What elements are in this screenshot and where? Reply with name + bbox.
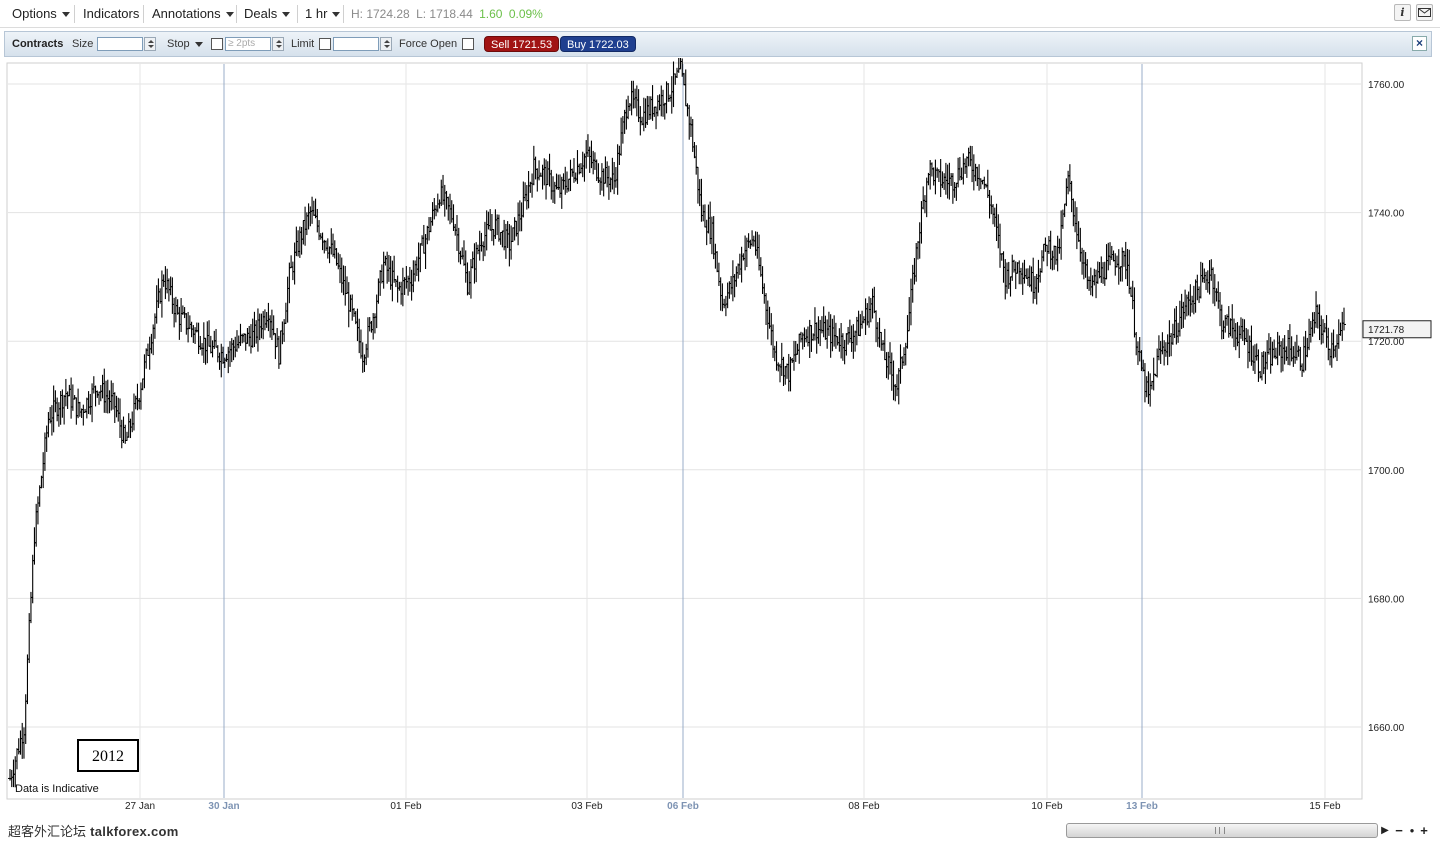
force-open-checkbox[interactable] [462, 38, 474, 50]
envelope-icon[interactable] [1416, 4, 1433, 21]
menu-divider [297, 5, 298, 23]
indicators-menu-label: Indicators [83, 6, 140, 21]
limit-stepper[interactable] [380, 37, 392, 51]
contracts-label: Contracts [12, 38, 64, 50]
current-price-label: 1721.78 [1368, 325, 1405, 336]
deals-menu[interactable]: Deals [244, 0, 291, 28]
year-label: 2012 [92, 748, 124, 765]
y-tick-label: 1740.00 [1368, 209, 1405, 220]
stop-stepper[interactable] [272, 37, 284, 51]
sell-button[interactable]: Sell 1721.53 [484, 36, 560, 52]
y-tick-label: 1700.00 [1368, 466, 1405, 477]
time-axis: 27 Jan 30 Jan 01 Feb 03 Feb 06 Feb 08 Feb 10 F… [125, 801, 1341, 812]
interval-menu-label: 1 hr [305, 6, 328, 21]
close-icon[interactable]: × [1412, 36, 1427, 51]
limit-checkbox[interactable] [319, 38, 331, 50]
zoom-reset-button[interactable]: ● [1406, 824, 1418, 837]
chevron-down-icon [61, 12, 70, 18]
scrollbar-grip[interactable] [1215, 827, 1225, 834]
stop-dropdown[interactable]: Stop [167, 32, 203, 56]
site-watermark: 超客外汇论坛 talkforex.com [8, 821, 179, 840]
menu-divider [236, 5, 237, 23]
deal-ticket-bar: Contracts Size Stop ≥ 2pts Limit Force O… [4, 31, 1432, 57]
top-menubar: Options Indicators Annotations Deals 1 h… [0, 0, 1440, 28]
y-tick-label: 1720.00 [1368, 337, 1405, 348]
low-price: L: 1718.44 [416, 7, 473, 21]
options-menu[interactable]: Options [12, 0, 70, 28]
x-tick-label: 01 Feb [390, 801, 422, 812]
y-tick-label: 1760.00 [1368, 80, 1405, 91]
chart-plot-area [6, 62, 1363, 800]
current-price-marker: 1721.78 [1362, 320, 1432, 339]
annotations-menu[interactable]: Annotations [152, 0, 234, 28]
force-open-label: Force Open [399, 38, 458, 50]
info-icon[interactable]: i [1394, 4, 1411, 21]
deals-menu-label: Deals [244, 6, 278, 21]
stop-input[interactable]: ≥ 2pts [225, 37, 271, 51]
x-tick-label: 27 Jan [125, 801, 155, 812]
limit-label: Limit [291, 38, 315, 50]
chevron-down-icon [194, 41, 203, 47]
interval-menu[interactable]: 1 hr [305, 0, 341, 28]
size-input[interactable] [97, 37, 143, 51]
limit-input[interactable] [333, 37, 379, 51]
data-indicative-note: Data is Indicative [15, 783, 99, 795]
indicators-menu[interactable]: Indicators [83, 0, 139, 28]
zoom-in-button[interactable]: + [1418, 824, 1430, 837]
chevron-down-icon [282, 12, 291, 18]
menu-divider [74, 5, 75, 23]
chart-horizontal-scrollbar[interactable] [1066, 823, 1378, 838]
size-label: Size [72, 38, 94, 50]
menu-divider [343, 5, 344, 23]
chevron-down-icon [225, 12, 234, 18]
x-tick-label: 06 Feb [667, 801, 699, 812]
y-tick-label: 1680.00 [1368, 594, 1405, 605]
zoom-out-button[interactable]: − [1393, 824, 1405, 837]
price-axis: 1760.00 1740.00 1720.00 1700.00 1680.00 1660.… [1368, 80, 1405, 734]
x-tick-label: 30 Jan [208, 801, 239, 812]
price-summary: H: 1724.28 L: 1718.44 1.60 0.09% [351, 0, 543, 28]
price-chart[interactable]: 1760.00 1740.00 1720.00 1700.00 1680.00 1660.… [0, 58, 1440, 820]
scroll-right-arrow[interactable]: ▶ [1379, 824, 1391, 837]
watermark-prefix: 超客外汇论坛 [8, 825, 91, 840]
size-stepper[interactable] [144, 37, 156, 51]
x-tick-label: 03 Feb [571, 801, 603, 812]
x-tick-label: 10 Feb [1031, 801, 1063, 812]
menu-divider [143, 5, 144, 23]
chevron-down-icon [332, 12, 341, 18]
annotations-menu-label: Annotations [152, 6, 221, 21]
buy-button[interactable]: Buy 1722.03 [560, 36, 636, 52]
x-tick-label: 08 Feb [848, 801, 880, 812]
price-change-percent: 0.09% [508, 7, 543, 21]
stop-checkbox[interactable] [211, 38, 223, 50]
y-tick-label: 1660.00 [1368, 723, 1405, 734]
year-label-box: 2012 [77, 739, 139, 772]
x-tick-label: 15 Feb [1309, 801, 1341, 812]
options-menu-label: Options [12, 6, 57, 21]
high-price: H: 1724.28 [351, 7, 410, 21]
watermark-site: talkforex.com [90, 824, 179, 839]
stop-label: Stop [167, 38, 190, 50]
x-tick-label: 13 Feb [1126, 801, 1158, 812]
price-change: 1.60 [479, 7, 503, 21]
